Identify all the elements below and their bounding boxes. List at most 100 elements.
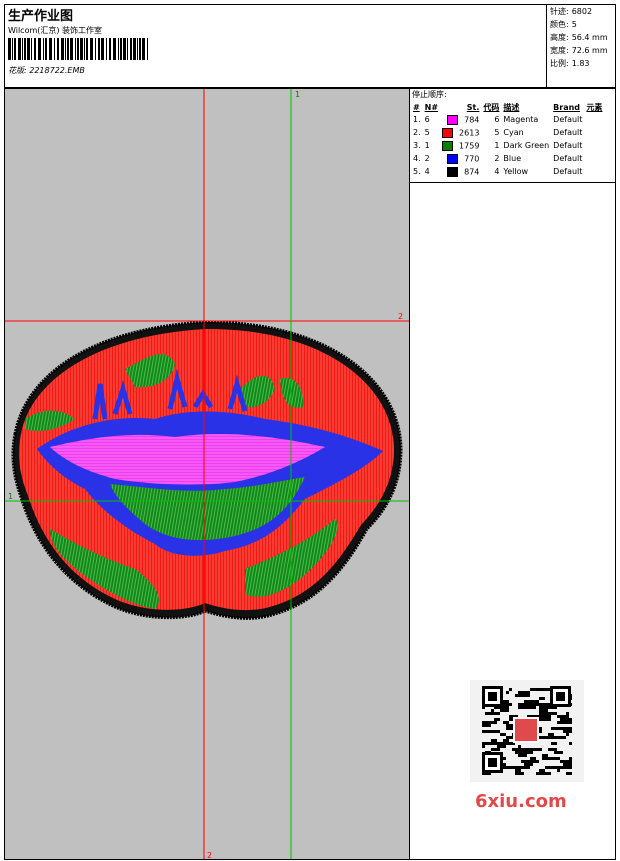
row-index: 3. bbox=[413, 141, 421, 150]
barcode-bar bbox=[34, 38, 36, 60]
row-desc: Dark Green bbox=[503, 141, 550, 150]
row-code: 2 bbox=[494, 154, 500, 163]
barcode-bar bbox=[120, 38, 122, 60]
barcode-bar bbox=[147, 38, 148, 60]
barcode-bar bbox=[109, 38, 111, 60]
barcode-bar bbox=[70, 38, 73, 60]
barcode-bar bbox=[27, 38, 30, 60]
marker-top: 1 bbox=[295, 90, 300, 99]
barcode-bar bbox=[12, 38, 13, 60]
barcode-bar bbox=[54, 38, 55, 60]
row-stitches: 770 bbox=[440, 152, 481, 165]
row-desc: Magenta bbox=[503, 115, 539, 124]
color-row: 2. 5 2613 5 Cyan Default bbox=[411, 126, 604, 139]
barcode-bar bbox=[113, 38, 116, 60]
row-code: 5 bbox=[494, 128, 500, 137]
barcode-bar bbox=[22, 38, 23, 60]
row-needle: 2 bbox=[424, 154, 430, 163]
table-divider bbox=[410, 182, 615, 183]
barcode-bar bbox=[106, 38, 107, 60]
col-code: 代码 bbox=[483, 102, 500, 112]
barcode-bar bbox=[45, 38, 47, 60]
page-title: 生产作业图 bbox=[8, 9, 74, 24]
barcode-bar bbox=[137, 38, 138, 60]
row-element bbox=[584, 165, 604, 178]
barcode-bar bbox=[123, 38, 126, 60]
color-row: 4. 2 770 2 Blue Default bbox=[411, 152, 604, 165]
barcode-bar bbox=[90, 38, 93, 60]
color-swatch bbox=[447, 166, 459, 177]
barcode-bar bbox=[77, 38, 79, 60]
row-stitches: 874 bbox=[440, 165, 481, 178]
col-element: 元素 bbox=[586, 102, 603, 112]
barcode-bar bbox=[65, 38, 66, 60]
row-element bbox=[584, 113, 604, 126]
barcode-bar bbox=[101, 38, 104, 60]
barcode-bar bbox=[133, 38, 136, 60]
color-row: 1. 6 784 6 Magenta Default bbox=[411, 113, 604, 126]
design-file: 花版: 2218722.EMB bbox=[8, 65, 85, 76]
row-needle: 4 bbox=[424, 167, 430, 176]
row-brand: Default bbox=[553, 141, 583, 150]
barcode-bar bbox=[139, 38, 141, 60]
marker-left: 1 bbox=[8, 492, 13, 501]
row-brand: Default bbox=[553, 115, 583, 124]
barcode-bar bbox=[24, 38, 26, 60]
row-code: 1 bbox=[494, 141, 500, 150]
row-element bbox=[584, 152, 604, 165]
barcode-bar bbox=[67, 38, 69, 60]
embroidery-preview: 1 2 1 2 bbox=[5, 89, 409, 860]
qr-logo bbox=[513, 717, 539, 743]
color-swatch bbox=[442, 140, 454, 151]
row-brand: Default bbox=[553, 154, 583, 163]
row-stitches: 784 bbox=[440, 113, 481, 126]
stat-height: 高度: 56.4 mm bbox=[550, 33, 608, 42]
row-stitches: 1759 bbox=[440, 139, 481, 152]
barcode-bar bbox=[86, 38, 88, 60]
color-row: 5. 4 874 4 Yellow Default bbox=[411, 165, 604, 178]
design-label: 花版: bbox=[8, 66, 27, 75]
col-brand: Brand bbox=[553, 102, 581, 112]
header: 生产作业图 Wilcom(汇京) 装饰工作室 花版: 2218722.EMB 针… bbox=[4, 4, 616, 88]
col-desc: 描述 bbox=[503, 102, 520, 112]
row-needle: 1 bbox=[424, 141, 430, 150]
row-index: 1. bbox=[413, 115, 421, 124]
barcode-bar bbox=[98, 38, 100, 60]
col-needle: N# bbox=[424, 102, 439, 112]
barcode-bar bbox=[49, 38, 52, 60]
barcode-bar bbox=[80, 38, 83, 60]
stats-block: 针迹: 6802 颜色: 5 高度: 56.4 mm 宽度: 72.6 mm 比例: 1.… bbox=[547, 5, 620, 70]
row-stitches: 2613 bbox=[440, 126, 481, 139]
barcode-bar bbox=[142, 38, 145, 60]
row-index: 4. bbox=[413, 154, 421, 163]
col-stitches: St. bbox=[466, 102, 480, 112]
color-table-header: # N# St. 代码 描述 Brand 元素 bbox=[411, 101, 604, 113]
row-index: 2. bbox=[413, 128, 421, 137]
row-brand: Default bbox=[553, 167, 583, 176]
row-element bbox=[584, 139, 604, 152]
barcode-bar bbox=[95, 38, 96, 60]
stat-colors: 颜色: 5 bbox=[550, 20, 577, 29]
row-code: 4 bbox=[494, 167, 500, 176]
row-needle: 5 bbox=[424, 128, 430, 137]
barcode-bar bbox=[130, 38, 132, 60]
row-code: 6 bbox=[494, 115, 500, 124]
barcode-bar bbox=[14, 38, 16, 60]
watermark: 6xiu.com bbox=[475, 791, 567, 812]
color-swatch bbox=[447, 153, 459, 164]
color-swatch bbox=[447, 114, 459, 125]
qr-code bbox=[470, 680, 584, 782]
row-desc: Cyan bbox=[503, 128, 524, 137]
stat-width: 宽度: 72.6 mm bbox=[550, 46, 608, 55]
color-swatch bbox=[442, 127, 454, 138]
barcode-bar bbox=[75, 38, 76, 60]
col-index: # bbox=[413, 102, 420, 112]
studio-name: Wilcom(汇京) 装饰工作室 bbox=[8, 26, 103, 35]
color-row: 3. 1 1759 1 Dark Green Default bbox=[411, 139, 604, 152]
stat-scale: 比例: 1.83 bbox=[550, 59, 590, 68]
barcode bbox=[8, 38, 148, 60]
barcode-bar bbox=[31, 38, 32, 60]
design-canvas: 1 2 1 2 bbox=[4, 88, 410, 860]
marker-bottom: 2 bbox=[207, 851, 212, 860]
color-table: # N# St. 代码 描述 Brand 元素 1. 6 784 6 Magenta De… bbox=[411, 101, 604, 178]
